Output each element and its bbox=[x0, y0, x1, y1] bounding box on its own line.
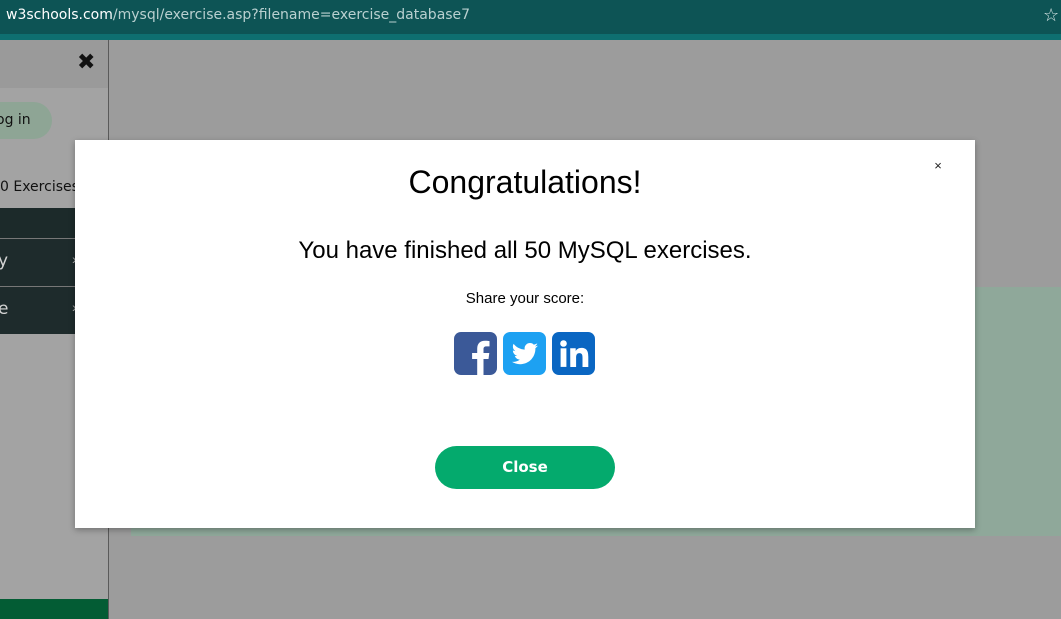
facebook-icon[interactable] bbox=[454, 332, 497, 375]
congratulations-modal: × Congratulations! You have finished all… bbox=[75, 140, 975, 528]
close-button[interactable]: Close bbox=[435, 446, 615, 489]
linkedin-icon[interactable] bbox=[552, 332, 595, 375]
url-path: /mysql/exercise.asp?filename=exercise_da… bbox=[112, 7, 471, 23]
modal-message: You have finished all 50 MySQL exercises… bbox=[298, 237, 752, 264]
login-button[interactable]: og in bbox=[0, 102, 52, 139]
url-text[interactable]: w3schools.com/mysql/exercise.asp?filenam… bbox=[6, 7, 470, 23]
close-icon[interactable]: ✖ bbox=[77, 49, 95, 75]
twitter-icon[interactable] bbox=[503, 332, 546, 375]
exercise-progress-label: 0 Exercises bbox=[0, 179, 79, 195]
sidebar-item-label: y bbox=[0, 251, 8, 271]
modal-title: Congratulations! bbox=[408, 164, 642, 200]
url-bar-divider bbox=[0, 34, 1061, 40]
login-label: og in bbox=[0, 112, 31, 128]
star-icon[interactable]: ☆ bbox=[1043, 5, 1059, 26]
sidebar-item-label: e bbox=[0, 299, 8, 319]
sidebar-footer-bar bbox=[0, 599, 108, 619]
url-domain: w3schools.com bbox=[6, 7, 113, 23]
browser-url-bar[interactable]: w3schools.com/mysql/exercise.asp?filenam… bbox=[0, 0, 1061, 34]
share-score-label: Share your score: bbox=[465, 290, 585, 307]
